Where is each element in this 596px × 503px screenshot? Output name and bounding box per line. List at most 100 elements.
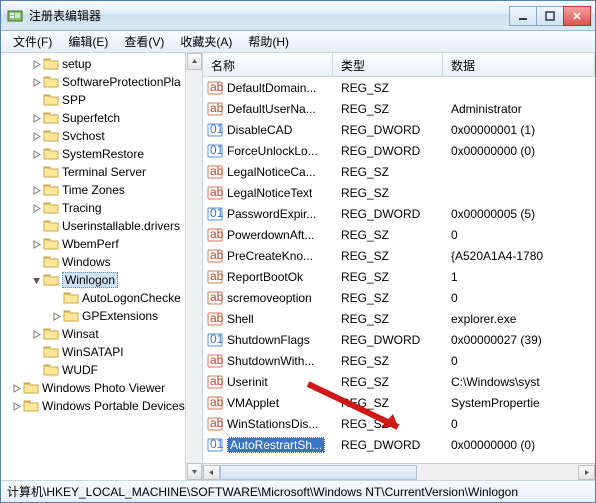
tree-item[interactable]: Windows Portable Devices [1, 397, 202, 415]
value-row[interactable]: abLegalNoticeCa...REG_SZ [203, 161, 595, 182]
value-row[interactable]: abUserinitREG_SZC:\Windows\syst [203, 371, 595, 392]
menubar: 文件(F) 编辑(E) 查看(V) 收藏夹(A) 帮助(H) [1, 31, 595, 53]
column-type[interactable]: 类型 [333, 53, 443, 76]
expand-toggle[interactable] [29, 240, 43, 249]
value-row[interactable]: ab Shell REG_SZexplorer.exe [203, 308, 595, 329]
value-list[interactable]: abDefaultDomain...REG_SZabDefaultUserNa.… [203, 77, 595, 463]
titlebar[interactable]: 注册表编辑器 [1, 1, 595, 31]
binary-icon: 011 [207, 332, 223, 348]
tree-item[interactable]: SPP [1, 91, 202, 109]
tree-item[interactable]: Userinstallable.drivers [1, 217, 202, 235]
tree-item[interactable]: Terminal Server [1, 163, 202, 181]
tree-item[interactable]: WUDF [1, 361, 202, 379]
value-row[interactable]: 011AutoRestrartSh...REG_DWORD0x00000000 … [203, 434, 595, 455]
scroll-thumb[interactable] [220, 465, 417, 480]
expand-toggle[interactable] [29, 330, 43, 339]
value-row[interactable]: abReportBootOkREG_SZ1 [203, 266, 595, 287]
tree-item[interactable]: Winsat [1, 325, 202, 343]
expand-toggle[interactable] [29, 204, 43, 213]
value-type: REG_SZ [333, 186, 443, 200]
svg-text:ab: ab [210, 164, 223, 178]
value-row[interactable]: abShutdownWith...REG_SZ0 [203, 350, 595, 371]
value-row[interactable]: abscremoveoptionREG_SZ0 [203, 287, 595, 308]
value-row[interactable]: 011PasswordExpir...REG_DWORD0x00000005 (… [203, 203, 595, 224]
scroll-right-button[interactable] [578, 465, 595, 480]
value-row[interactable]: abWinStationsDis...REG_SZ0 [203, 413, 595, 434]
window-buttons [510, 6, 591, 26]
scroll-left-button[interactable] [203, 465, 220, 480]
menu-edit[interactable]: 编辑(E) [60, 31, 116, 52]
minimize-button[interactable] [509, 6, 537, 26]
folder-icon [43, 362, 59, 378]
value-data: explorer.exe [443, 312, 595, 326]
expand-toggle[interactable] [29, 276, 43, 285]
value-name: DefaultDomain... [227, 81, 316, 95]
tree-item[interactable]: Windows [1, 253, 202, 271]
value-row[interactable]: abDefaultDomain...REG_SZ [203, 77, 595, 98]
string-icon: ab [207, 248, 223, 264]
svg-text:ab: ab [210, 374, 223, 388]
tree-item[interactable]: GPExtensions [1, 307, 202, 325]
close-button[interactable] [563, 6, 591, 26]
expand-toggle[interactable] [29, 114, 43, 123]
value-data: SystemPropertie [443, 396, 595, 410]
value-type: REG_SZ [333, 312, 443, 326]
list-hscrollbar[interactable] [203, 463, 595, 480]
menu-view[interactable]: 查看(V) [116, 31, 172, 52]
tree-item[interactable]: Time Zones [1, 181, 202, 199]
menu-file[interactable]: 文件(F) [5, 31, 60, 52]
value-row[interactable]: abDefaultUserNa...REG_SZAdministrator [203, 98, 595, 119]
tree-item[interactable]: Svchost [1, 127, 202, 145]
value-row[interactable]: abPowerdownAft...REG_SZ0 [203, 224, 595, 245]
tree-item[interactable]: Winlogon [1, 271, 202, 289]
value-name: VMApplet [227, 396, 279, 410]
expand-toggle[interactable] [9, 384, 23, 393]
expand-toggle[interactable] [29, 60, 43, 69]
value-row[interactable]: 011DisableCADREG_DWORD0x00000001 (1) [203, 119, 595, 140]
column-data[interactable]: 数据 [443, 53, 595, 76]
value-type: REG_SZ [333, 270, 443, 284]
maximize-button[interactable] [536, 6, 564, 26]
string-icon: ab [207, 101, 223, 117]
value-name: scremoveoption [227, 291, 312, 305]
value-name: Shell [227, 312, 254, 326]
tree-label: Windows Photo Viewer [42, 381, 165, 395]
menu-help[interactable]: 帮助(H) [240, 31, 297, 52]
column-name[interactable]: 名称 [203, 53, 333, 76]
tree-item[interactable]: WbemPerf [1, 235, 202, 253]
value-type: REG_SZ [333, 249, 443, 263]
value-data: 0x00000000 (0) [443, 438, 595, 452]
expand-toggle[interactable] [29, 132, 43, 141]
tree-label: Userinstallable.drivers [62, 219, 180, 233]
expand-toggle[interactable] [49, 312, 63, 321]
string-icon: ab [207, 311, 223, 327]
scroll-down-button[interactable] [187, 463, 202, 480]
menu-favorites[interactable]: 收藏夹(A) [172, 31, 240, 52]
value-row[interactable]: 011ForceUnlockLo...REG_DWORD0x00000000 (… [203, 140, 595, 161]
expand-toggle[interactable] [9, 402, 23, 411]
svg-text:ab: ab [210, 248, 223, 262]
folder-icon [43, 218, 59, 234]
expand-toggle[interactable] [29, 186, 43, 195]
value-row[interactable]: 011ShutdownFlagsREG_DWORD0x00000027 (39) [203, 329, 595, 350]
tree-item[interactable]: setup [1, 55, 202, 73]
value-type: REG_SZ [333, 354, 443, 368]
value-row[interactable]: abVMAppletREG_SZSystemPropertie [203, 392, 595, 413]
expand-toggle[interactable] [29, 150, 43, 159]
registry-tree[interactable]: setupSoftwareProtectionPlaSPPSuperfetchS… [1, 53, 202, 417]
tree-item[interactable]: SystemRestore [1, 145, 202, 163]
scroll-up-button[interactable] [187, 53, 202, 70]
tree-item[interactable]: AutoLogonChecke [1, 289, 202, 307]
scroll-track[interactable] [220, 465, 578, 480]
tree-scrollbar[interactable] [185, 53, 202, 480]
tree-label: GPExtensions [82, 309, 158, 323]
value-row[interactable]: abPreCreateKno...REG_SZ{A520A1A4-1780 [203, 245, 595, 266]
tree-item[interactable]: Windows Photo Viewer [1, 379, 202, 397]
expand-toggle[interactable] [29, 78, 43, 87]
tree-item[interactable]: Superfetch [1, 109, 202, 127]
tree-item[interactable]: SoftwareProtectionPla [1, 73, 202, 91]
tree-item[interactable]: Tracing [1, 199, 202, 217]
value-row[interactable]: abLegalNoticeTextREG_SZ [203, 182, 595, 203]
tree-item[interactable]: WinSATAPI [1, 343, 202, 361]
value-name: ReportBootOk [227, 270, 303, 284]
